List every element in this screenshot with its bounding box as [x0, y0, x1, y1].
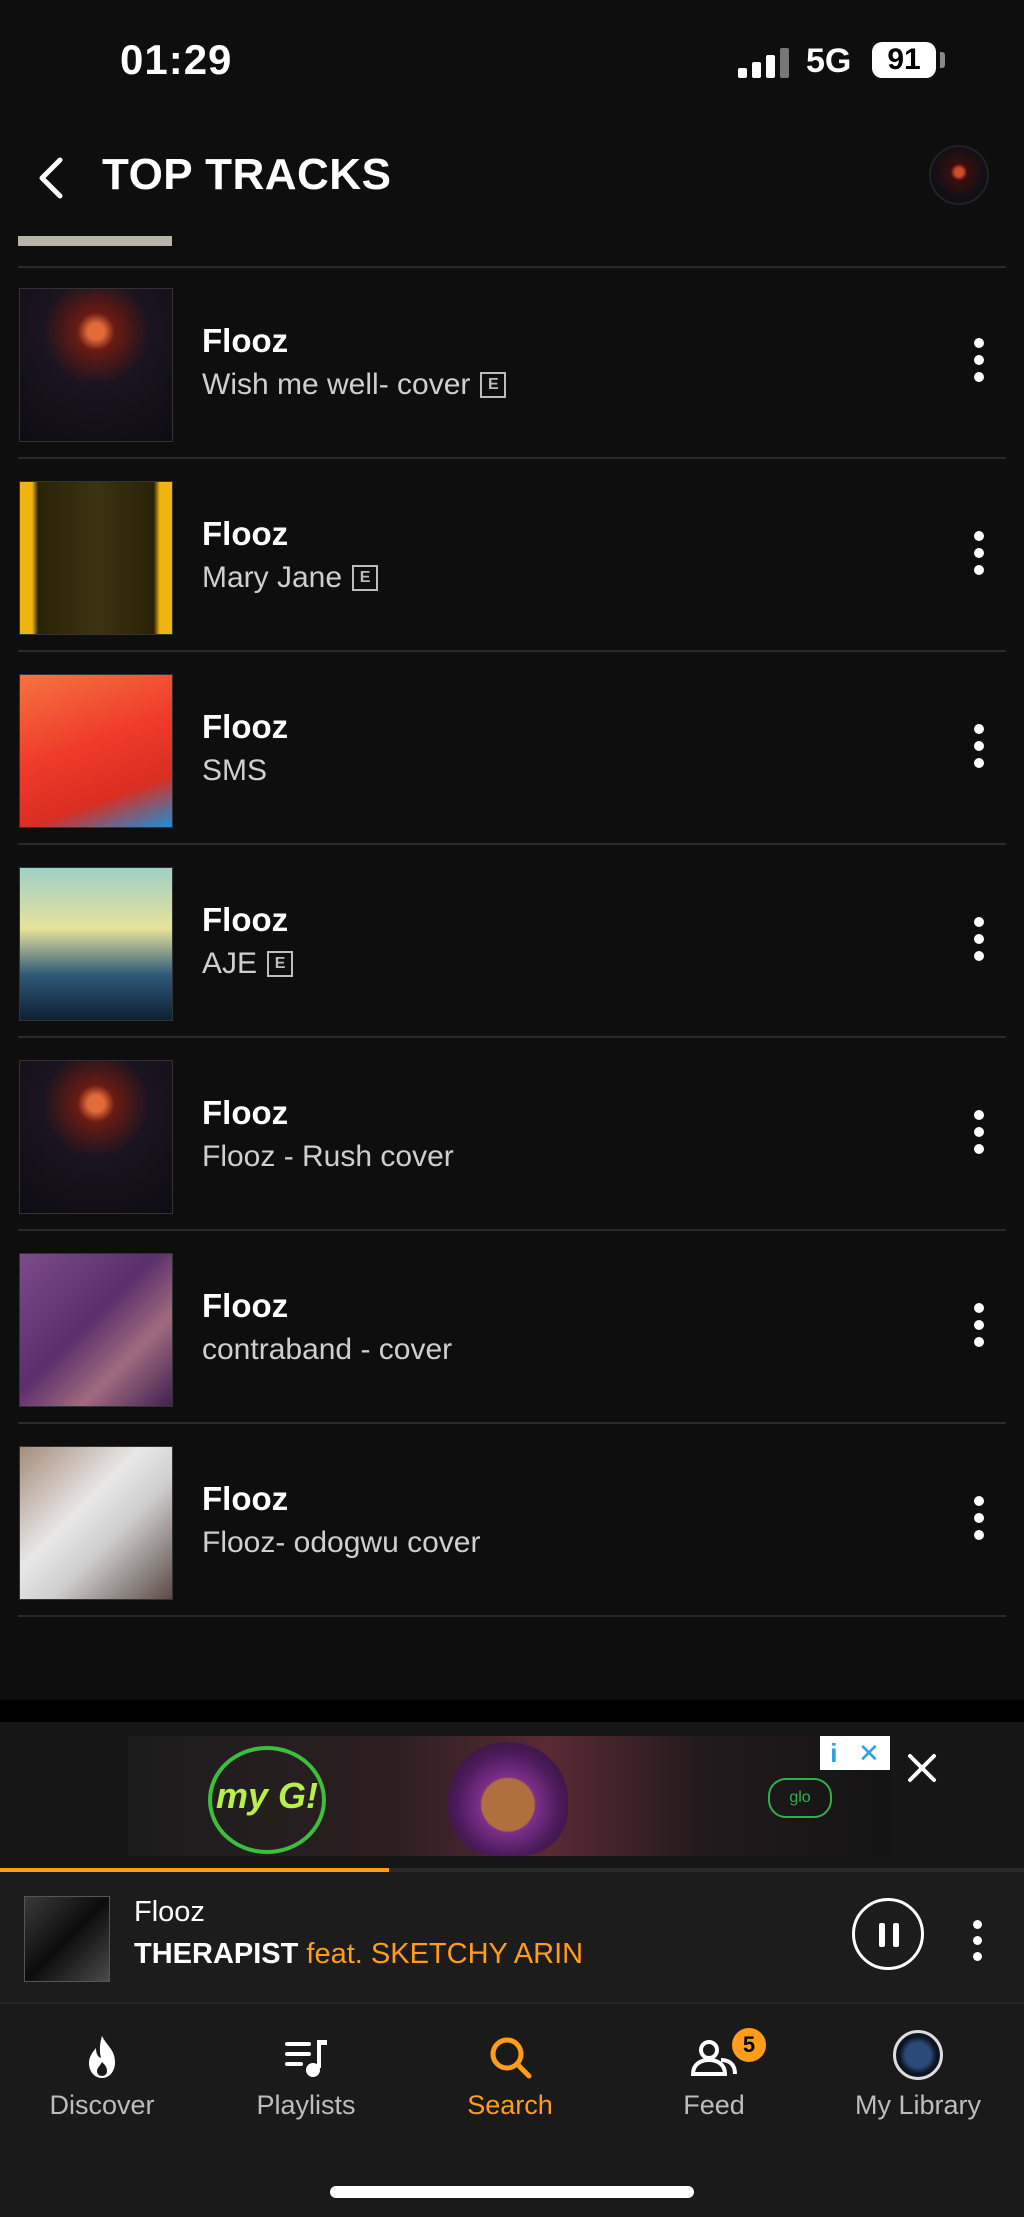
track-artist: Flooz [202, 1094, 289, 1131]
ad-image [448, 1742, 568, 1856]
ad-banner[interactable]: my G! glo [128, 1736, 891, 1856]
status-time: 01:29 [120, 36, 233, 83]
track-artist: Flooz [202, 901, 289, 938]
more-options-button[interactable] [967, 1295, 991, 1355]
more-options-button[interactable] [967, 330, 991, 390]
partial-track-row [18, 236, 1006, 268]
battery-tip [940, 52, 945, 68]
track-thumbnail [19, 867, 173, 1021]
more-options-button[interactable] [967, 909, 991, 969]
now-playing-title-wrap: THERAPIST feat. SKETCHY ARIN [134, 1938, 583, 1971]
track-thumbnail [19, 674, 173, 828]
more-options-button[interactable] [967, 716, 991, 776]
track-title: contraband - cover [202, 1333, 453, 1366]
now-playing-artwork [24, 1896, 110, 1982]
explicit-icon: E [267, 951, 294, 977]
status-bar: 01:29 5G 91 [0, 0, 1024, 120]
track-artist: Flooz [202, 1480, 289, 1517]
tab-label: Search [467, 2090, 553, 2120]
track-row[interactable]: Flooz Flooz- odogwu cover [0, 1424, 1024, 1617]
ad-area: my G! glo i ✕ [0, 1722, 1024, 1870]
track-thumbnail [19, 1253, 173, 1407]
profile-avatar[interactable] [929, 145, 989, 205]
track-artist: Flooz [202, 322, 289, 359]
track-thumbnail [19, 481, 173, 635]
track-artist: Flooz [202, 708, 289, 745]
track-thumbnail [19, 1446, 173, 1600]
track-title-wrap: Mary Jane E [202, 561, 379, 595]
header: TOP TRACKS [0, 120, 1024, 236]
track-title: AJE [202, 947, 258, 980]
now-playing-artist: Flooz [134, 1896, 205, 1928]
info-icon: i [830, 1737, 838, 1768]
tab-discover[interactable]: Discover [0, 2004, 204, 2124]
track-title: Wish me well- cover [202, 368, 471, 401]
flame-icon [89, 2036, 115, 2078]
playlist-icon [285, 2040, 327, 2077]
track-artist: Flooz [202, 515, 289, 552]
track-row[interactable]: Flooz contraband - cover [0, 1231, 1024, 1424]
track-title-wrap: contraband - cover [202, 1333, 452, 1367]
track-row[interactable]: Flooz Mary Jane E [0, 459, 1024, 652]
network-type: 5G [806, 42, 852, 80]
track-thumbnail [19, 1060, 173, 1214]
page-title: TOP TRACKS [102, 150, 392, 199]
tab-playlists[interactable]: Playlists [204, 2004, 408, 2124]
now-playing-title: THERAPIST [134, 1938, 299, 1970]
track-title: Flooz - Rush cover [202, 1140, 454, 1173]
ad-close-icon: ✕ [857, 1737, 880, 1768]
pause-button[interactable] [852, 1898, 924, 1970]
more-options-button[interactable] [967, 1488, 991, 1548]
track-artist: Flooz [202, 1287, 289, 1324]
track-thumbnail [19, 288, 173, 442]
battery-icon: 91 [872, 42, 936, 78]
tab-label: Feed [683, 2090, 745, 2120]
track-row[interactable]: Flooz Wish me well- cover E [0, 266, 1024, 459]
track-row[interactable]: Flooz SMS [0, 652, 1024, 845]
track-title: SMS [202, 754, 268, 787]
close-icon [908, 1754, 936, 1782]
track-title-wrap: Flooz- odogwu cover [202, 1526, 480, 1560]
ad-brand-logo: glo [768, 1778, 832, 1818]
tab-label: Discover [49, 2090, 155, 2120]
explicit-icon: E [352, 565, 379, 591]
track-title-wrap: AJE E [202, 947, 294, 981]
tab-search[interactable]: Search [408, 2004, 612, 2124]
notification-badge: 5 [730, 2026, 768, 2064]
ad-choices-button[interactable]: i ✕ [820, 1736, 890, 1770]
track-row[interactable]: Flooz Flooz - Rush cover [0, 1038, 1024, 1231]
tab-bar: Discover Playlists Search 5 Feed My Libr… [0, 2002, 1024, 2217]
search-icon [490, 2037, 532, 2079]
track-title-wrap: SMS [202, 754, 267, 788]
signal-icon [738, 48, 792, 78]
player-more-button[interactable] [968, 1916, 988, 1966]
mini-player[interactable]: Flooz THERAPIST feat. SKETCHY ARIN [0, 1872, 1024, 2002]
back-button[interactable] [30, 148, 74, 208]
avatar-icon [893, 2030, 943, 2080]
more-options-button[interactable] [967, 523, 991, 583]
track-list: Flooz Wish me well- cover E Flooz Mary J… [0, 266, 1024, 1617]
track-title-wrap: Wish me well- cover E [202, 368, 507, 402]
track-title: Flooz- odogwu cover [202, 1526, 481, 1559]
tab-feed[interactable]: 5 Feed [612, 2004, 816, 2124]
track-row[interactable]: Flooz AJE E [0, 845, 1024, 1038]
explicit-icon: E [480, 372, 507, 398]
home-indicator [330, 2186, 694, 2198]
track-title-wrap: Flooz - Rush cover [202, 1140, 454, 1174]
now-playing-featuring: feat. SKETCHY ARIN [306, 1938, 584, 1970]
tab-label: My Library [854, 2090, 982, 2120]
tab-label: Playlists [256, 2090, 356, 2120]
track-title: Mary Jane [202, 561, 343, 594]
close-ad-button[interactable] [904, 1750, 940, 1786]
chevron-left-icon [39, 157, 63, 199]
partial-track-thumbnail [18, 236, 172, 246]
tab-my-library[interactable]: My Library [816, 2004, 1020, 2124]
ad-logo: my G! [208, 1746, 326, 1854]
list-end-spacer [0, 1700, 1024, 1722]
more-options-button[interactable] [967, 1102, 991, 1162]
